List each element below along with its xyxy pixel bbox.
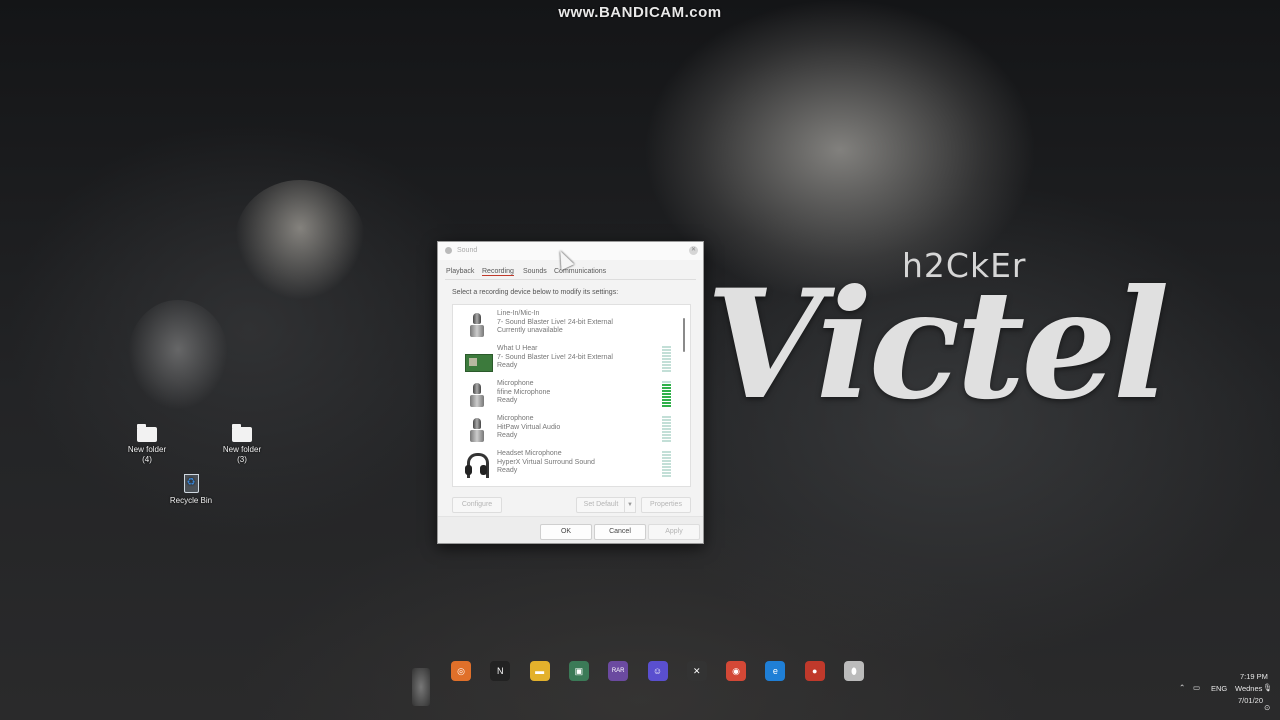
app-launcher-icon[interactable]: ◎ (451, 661, 471, 681)
device-row[interactable]: Microphone HitPaw Virtual Audio Ready (453, 412, 690, 447)
desktop-icon-label: New folder (3) (222, 445, 262, 464)
tray-day[interactable]: Wednes (1235, 684, 1262, 693)
level-meter (662, 451, 671, 478)
level-meter (662, 381, 671, 408)
device-name: Headset Microphone (497, 450, 562, 457)
close-button[interactable]: ✕ (689, 246, 698, 255)
device-row[interactable]: Line-In/Mic-In 7- Sound Blaster Live! 24… (453, 307, 690, 342)
level-meter (662, 346, 671, 373)
device-status: Ready (497, 397, 518, 404)
speaker-icon (445, 247, 452, 254)
notion-icon[interactable]: N (490, 661, 511, 681)
folder-icon (137, 424, 157, 442)
tab-playback[interactable]: Playback (446, 268, 474, 275)
apply-button[interactable]: Apply (648, 524, 700, 540)
tab-recording[interactable]: Recording (482, 268, 514, 276)
ok-button[interactable]: OK (540, 524, 592, 540)
device-text: Microphone HitPaw Virtual Audio Ready (497, 415, 560, 441)
microphone-icon (463, 311, 491, 339)
file-explorer-icon[interactable]: ▬ (529, 661, 550, 681)
discord-icon[interactable]: ☺ (647, 661, 668, 681)
tray-language[interactable]: ENG (1211, 684, 1227, 693)
tray-date[interactable]: 7/01/20 (1238, 696, 1263, 705)
device-detail: 7- Sound Blaster Live! 24-bit External (497, 353, 613, 361)
device-text: Headset Microphone HyperX Virtual Surrou… (497, 450, 595, 476)
headset-icon (463, 451, 491, 479)
desktop-icon-recycle-bin[interactable]: ♻ Recycle Bin (156, 474, 226, 506)
device-status: Ready (497, 362, 518, 369)
desktop-icon-new-folder-4[interactable]: New folder (4) (112, 424, 182, 465)
microphone-icon (463, 416, 491, 444)
device-row[interactable]: Headset Microphone HyperX Virtual Surrou… (453, 447, 690, 482)
bandicam-watermark: www.BANDICAM.com (558, 4, 722, 21)
chrome-icon[interactable]: ◉ (726, 661, 747, 681)
wallpaper-detail (235, 180, 365, 300)
tray-chevron-icon[interactable]: ⌃ (1179, 683, 1185, 692)
edge-icon[interactable]: e (765, 661, 786, 681)
sound-card-icon (463, 346, 493, 374)
device-row[interactable]: What U Hear 7- Sound Blaster Live! 24-bi… (453, 342, 690, 377)
mouse-icon[interactable]: ⬮ (844, 661, 864, 681)
sound-dialog: Sound ✕ Playback Recording Sounds Commun… (437, 241, 704, 544)
wallpaper-text-big: Victel (706, 257, 1170, 433)
device-detail: HitPaw Virtual Audio (497, 423, 561, 431)
microphone-icon (463, 381, 491, 409)
device-detail: fifine Microphone (497, 388, 551, 396)
level-meter-fill (662, 383, 671, 408)
tab-sounds[interactable]: Sounds (523, 268, 547, 275)
tray-time[interactable]: 7:19 PM (1240, 672, 1268, 681)
tray-notification-icon[interactable]: ⊙ (1264, 703, 1270, 712)
device-name: What U Hear (497, 345, 538, 352)
desktop-icon-label: New folder (4) (127, 445, 167, 464)
device-name: Line-In/Mic-In (497, 310, 540, 317)
device-name: Microphone (497, 415, 534, 422)
properties-button[interactable]: Properties (641, 497, 691, 513)
set-default-button[interactable]: Set Default (576, 497, 626, 513)
tray-network-icon[interactable]: ▭ (1193, 683, 1200, 692)
rar-icon[interactable]: RAR (608, 661, 629, 681)
level-meter (662, 416, 671, 443)
desktop-icon-label: Recycle Bin (169, 496, 213, 505)
dialog-tabs: Playback Recording Sounds Communications (446, 268, 694, 279)
device-text: What U Hear 7- Sound Blaster Live! 24-bi… (497, 345, 613, 371)
device-text: Line-In/Mic-In 7- Sound Blaster Live! 24… (497, 310, 613, 336)
device-row[interactable]: Microphone fifine Microphone Ready (453, 377, 690, 412)
folder-open-icon (232, 424, 252, 442)
device-status: Ready (497, 432, 518, 439)
recycle-bin-icon: ♻ (183, 474, 199, 493)
device-status: Currently unavailable (497, 327, 563, 334)
tab-divider (445, 279, 696, 280)
bandicam-record-icon[interactable]: ● (804, 661, 825, 681)
tray-speaker-icon[interactable]: 🎙 (1263, 683, 1273, 692)
device-detail: HyperX Virtual Surround Sound (497, 458, 595, 466)
set-default-dropdown-icon[interactable]: ▼ (624, 497, 636, 513)
desktop-icon-new-folder-3[interactable]: New folder (3) (207, 424, 277, 465)
device-text: Microphone fifine Microphone Ready (497, 380, 550, 406)
list-scrollbar[interactable] (683, 318, 685, 352)
terminal-icon[interactable]: ▣ (568, 661, 589, 681)
recording-device-list[interactable]: Line-In/Mic-In 7- Sound Blaster Live! 24… (452, 304, 691, 487)
widgets-thumbnail[interactable] (412, 668, 430, 706)
capcut-icon[interactable]: ✕ (686, 661, 707, 681)
wallpaper-cat (128, 300, 228, 410)
configure-button[interactable]: Configure (452, 497, 502, 513)
device-name: Microphone (497, 380, 534, 387)
device-status: Ready (497, 467, 518, 474)
instruction-text: Select a recording device below to modif… (452, 289, 619, 296)
device-detail: 7- Sound Blaster Live! 24-bit External (497, 318, 613, 326)
dialog-title: Sound (457, 247, 478, 254)
cancel-button[interactable]: Cancel (594, 524, 646, 540)
